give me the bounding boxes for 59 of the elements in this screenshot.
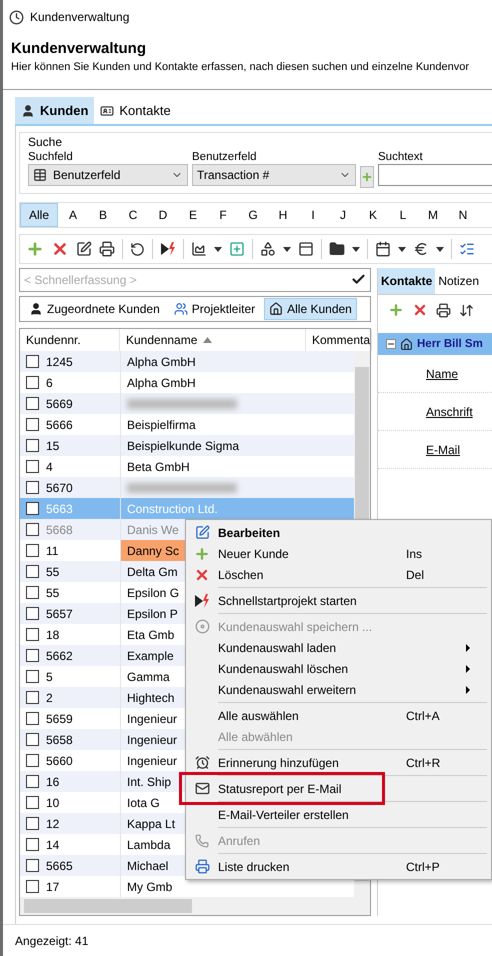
field-label: Suchtext [378, 151, 424, 163]
customer-name: Lambda [127, 838, 170, 852]
customer-number: 15 [46, 438, 60, 452]
customer-name: Beta GmbH [127, 460, 190, 474]
customer-number: 5657 [46, 606, 73, 620]
customer-number: 11 [46, 544, 58, 558]
customer-name: Construction Ltd. [127, 502, 218, 516]
customer-name: Epsilon G [127, 586, 180, 600]
window-title: Kundenverwaltung [30, 10, 130, 24]
page-title: Kundenverwaltung [11, 40, 148, 57]
customer-number: 17 [46, 880, 60, 894]
contact-name: Herr Bill Sm [417, 338, 483, 350]
customer-name: Delta Gm [127, 564, 178, 578]
status-text: Angezeigt: 41 [15, 934, 88, 948]
customer-name: Ingenieur [127, 712, 178, 726]
customer-number: 10 [46, 796, 60, 810]
page-description: Hier können Sie Kunden und Kontakte erfassen, nach diesen suchen und einzelne Kundenvor [11, 61, 470, 73]
field-label: Suchfeld [28, 151, 74, 163]
customer-number: 5659 [46, 712, 73, 726]
customer-number: 4 [46, 460, 53, 474]
customer-number: 16 [46, 774, 60, 788]
customer-number: 14 [46, 838, 60, 852]
customer-number: 55 [46, 586, 60, 600]
customer-name: Kappa Lt [127, 816, 176, 830]
customer-name: Danis We [127, 522, 179, 536]
customer-name: Beispielfirma [127, 418, 196, 432]
customer-number: 18 [46, 628, 60, 642]
customer-name: Gamma [127, 670, 170, 684]
group-legend: Suche [28, 135, 492, 149]
customer-number: 2 [46, 690, 53, 704]
customer-name: Ingenieur [127, 754, 178, 768]
customer-name: Eta Gmb [127, 628, 174, 642]
customer-number: 5 [46, 670, 53, 684]
customer-name: Int. Ship [127, 774, 172, 788]
customer-number: 6 [46, 376, 53, 390]
customer-number: 5663 [46, 502, 73, 516]
customer-number: 55 [46, 564, 60, 578]
customer-number: 5666 [46, 418, 73, 432]
customer-number: 5662 [46, 648, 73, 662]
customer-number: 5669 [46, 396, 73, 410]
customer-name: Iota G [127, 796, 160, 810]
customer-name: Example [127, 648, 174, 662]
customer-name: Danny Sc [127, 544, 180, 558]
customer-name: Alpha GmbH [127, 376, 196, 390]
customer-name: Michael [127, 858, 168, 872]
customer-number: 1245 [46, 354, 73, 368]
customer-name: My Gmb [127, 880, 172, 894]
customer-number: 5670 [46, 480, 73, 494]
customer-name: Alpha GmbH [127, 354, 196, 368]
customer-number: 5660 [46, 754, 73, 768]
customer-number: 5665 [46, 858, 73, 872]
customer-name: Epsilon P [127, 606, 178, 620]
customer-number: 12 [46, 816, 60, 830]
customer-name: Ingenieur [127, 732, 178, 746]
customer-number: 5658 [46, 732, 73, 746]
field-label: Benutzerfeld [192, 151, 258, 163]
customer-name: Hightech [127, 690, 174, 704]
customer-name: Beispielkunde Sigma [127, 438, 240, 452]
customer-number: 5668 [46, 522, 73, 536]
